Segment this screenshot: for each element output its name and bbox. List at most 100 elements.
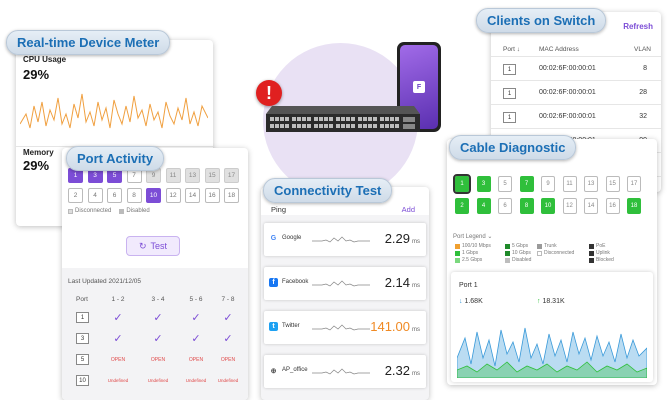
legend-item: Uplink — [589, 250, 610, 256]
legend-swatch — [455, 250, 460, 256]
legend-swatch — [589, 243, 594, 249]
client-row[interactable]: 1 00:02:6F:00:00:01 32 — [491, 104, 661, 128]
app-logo-icon: F — [413, 81, 425, 93]
port-number-box: 10 — [76, 375, 89, 386]
port-legend-toggle[interactable]: Port Legend ⌄ — [453, 233, 492, 240]
cable-port-8[interactable]: 8 — [519, 198, 534, 214]
cable-port-13[interactable]: 13 — [584, 176, 598, 192]
connectivity-name: Facebook — [282, 279, 309, 285]
ping-label: Ping — [271, 205, 287, 214]
cable-port-15[interactable]: 15 — [605, 176, 620, 192]
cable-port-5[interactable]: 5 — [498, 176, 512, 192]
legend-item: 2.5 Gbps — [455, 257, 482, 263]
client-row[interactable]: 1 00:02:6F:00:00:01 8 — [491, 56, 661, 80]
port-number-box: 1 — [503, 112, 516, 123]
cable-port-14[interactable]: 14 — [584, 198, 598, 214]
legend-swatch — [589, 250, 594, 256]
cable-port-16[interactable]: 16 — [605, 198, 620, 214]
status-open: OPEN — [110, 357, 126, 363]
client-row[interactable]: 1 00:02:6F:00:00:01 28 — [491, 80, 661, 104]
sort-down-icon: ↓ — [516, 46, 520, 53]
cable-port-6[interactable]: 6 — [498, 198, 512, 214]
activity-legend: Disconnected Disabled — [68, 208, 150, 214]
port-16[interactable]: 16 — [204, 188, 220, 203]
legend-item: 5 Gbps — [505, 243, 528, 249]
refresh-icon: ↻ — [138, 240, 147, 251]
latency-value: 2.14 ms — [384, 275, 420, 290]
legend-item: Blocked — [589, 257, 614, 263]
port-14[interactable]: 14 — [185, 188, 200, 203]
status-undefined: Undefined — [185, 378, 207, 383]
cable-port-1[interactable]: 1 — [453, 174, 471, 194]
connectivity-row[interactable]: ⊕ AP_office 2.32 ms — [264, 355, 426, 388]
latency-unit: ms — [412, 327, 420, 333]
cable-port-7[interactable]: 7 — [519, 176, 534, 192]
check-icon: ✓ — [113, 333, 123, 345]
cable-port-3[interactable]: 3 — [476, 176, 491, 192]
port-11[interactable]: 11 — [165, 168, 181, 183]
latency-value: 2.32 ms — [384, 363, 420, 378]
cpu-usage-graph — [20, 93, 208, 129]
arrow-down-icon: ↓ — [459, 298, 463, 305]
port-10[interactable]: 10 — [146, 188, 161, 203]
facebook-icon: f — [269, 278, 278, 287]
connectivity-row[interactable]: G Google 2.29 ms — [264, 223, 426, 256]
cable-port-10[interactable]: 10 — [541, 198, 555, 214]
status-undefined: Undefined — [107, 378, 129, 383]
refresh-button[interactable]: Refresh — [623, 22, 653, 31]
cable-port-12[interactable]: 12 — [562, 198, 577, 214]
cable-port-9[interactable]: 9 — [541, 176, 555, 192]
legend-swatch — [505, 257, 510, 263]
latency-sparkline — [312, 236, 370, 243]
test-button[interactable]: ↻ Test — [126, 236, 180, 256]
legend-label: 100/10 Mbps — [462, 243, 491, 249]
latency-sparkline — [312, 324, 370, 331]
port-2[interactable]: 2 — [68, 188, 83, 203]
legend-swatch — [589, 257, 594, 263]
port-6[interactable]: 6 — [107, 188, 122, 203]
add-button[interactable]: Add — [402, 205, 415, 214]
cpu-usage-value: 29% — [23, 67, 50, 82]
status-undefined: Undefined — [217, 378, 239, 383]
status-undefined: Undefined — [147, 378, 169, 383]
port-13[interactable]: 13 — [185, 168, 200, 183]
latency-value: 2.29 ms — [384, 231, 420, 246]
connectivity-row[interactable]: t Twitter 141.00 ms — [264, 311, 426, 344]
port-18[interactable]: 18 — [224, 188, 239, 203]
col-port[interactable]: Port ↓ — [503, 46, 520, 53]
port-4[interactable]: 4 — [87, 188, 103, 203]
activity-col-header: 3 - 4 — [151, 296, 165, 303]
clients-title: Clients on Switch — [476, 8, 607, 33]
connectivity-card: Ping Add G Google 2.29 ms f Facebook 2.14 ms t Tw… — [261, 187, 429, 400]
cpu-usage-label: CPU Usage — [23, 55, 67, 64]
legend-swatch — [455, 257, 460, 263]
port-8[interactable]: 8 — [126, 188, 142, 203]
port-number-box: 5 — [76, 354, 89, 365]
legend-item: 1 Gbps — [455, 250, 478, 256]
legend-label: Uplink — [596, 250, 610, 256]
cable-port-17[interactable]: 17 — [627, 176, 641, 192]
check-icon: ✓ — [223, 312, 233, 324]
port1-panel: Port 1 ↓ 1.68K ↑ 18.31K — [451, 272, 653, 382]
cable-port-11[interactable]: 11 — [562, 176, 577, 192]
port-12[interactable]: 12 — [165, 188, 181, 203]
cable-card: 1 3 5 7 9 11 13 15 17 2 4 6 8 10 12 14 16 18 Port Legend… — [447, 139, 657, 385]
port-activity-title: Port Activity — [66, 146, 165, 171]
legend-label: 10 Gbps — [512, 250, 531, 256]
arrow-up-icon: ↑ — [537, 298, 541, 305]
status-open: OPEN — [188, 357, 204, 363]
activity-col-header: Port — [76, 296, 88, 303]
cable-port-2[interactable]: 2 — [455, 198, 469, 214]
port-17[interactable]: 17 — [224, 168, 239, 183]
status-open: OPEN — [220, 357, 236, 363]
memory-label: Memory — [23, 148, 54, 157]
twitter-icon: t — [269, 322, 278, 331]
port-15[interactable]: 15 — [204, 168, 220, 183]
cable-port-4[interactable]: 4 — [476, 198, 491, 214]
cable-port-18[interactable]: 18 — [627, 198, 641, 214]
connectivity-row[interactable]: f Facebook 2.14 ms — [264, 267, 426, 300]
vlan-value: 28 — [639, 89, 647, 96]
legend-label: 1 Gbps — [462, 250, 479, 256]
activity-col-header: 7 - 8 — [221, 296, 235, 303]
check-icon: ✓ — [153, 333, 163, 345]
